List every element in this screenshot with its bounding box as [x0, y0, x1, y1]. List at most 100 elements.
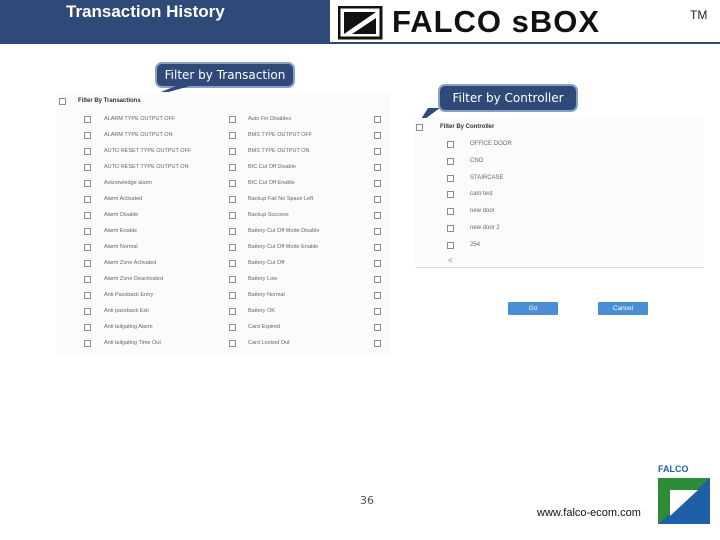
- controller-label: 254: [470, 241, 481, 248]
- callout-controller-label: Filter by Controller: [452, 91, 564, 105]
- checkbox-icon[interactable]: [84, 180, 91, 187]
- checkbox-icon[interactable]: [84, 308, 91, 315]
- transaction-row: Anti Passback Entry Battery Normal: [56, 288, 390, 304]
- checkbox-icon[interactable]: [447, 174, 454, 182]
- checkbox-icon[interactable]: [229, 180, 236, 187]
- transaction-filter-header: Filter By Transactions: [78, 98, 141, 104]
- checkbox-icon[interactable]: [84, 260, 91, 267]
- checkbox-icon[interactable]: [229, 148, 236, 155]
- checkbox-icon[interactable]: [374, 132, 381, 139]
- transaction-label: Backup Success: [248, 212, 289, 218]
- corner-logo-text: FALCO: [658, 464, 689, 474]
- checkbox-icon[interactable]: [229, 116, 236, 123]
- transaction-label: Battery Cut Off Mode Enable: [248, 244, 319, 250]
- transaction-label: Anti passback Exit: [104, 308, 149, 314]
- transaction-row: AUTO RESET TYPE OUTPUT ON BIC Cut Off Dis…: [56, 160, 390, 176]
- checkbox-icon[interactable]: [229, 260, 236, 267]
- checkbox-icon[interactable]: [229, 212, 236, 219]
- transaction-row: AUTO RESET TYPE OUTPUT OFF BMS TYPE OUTPU…: [56, 144, 390, 160]
- controller-row: 254: [414, 239, 704, 255]
- transaction-row: Acknowledge alarm BIC Cut Off Enable: [56, 176, 390, 192]
- chevron-left-icon[interactable]: <: [448, 256, 453, 265]
- go-button[interactable]: Go: [508, 302, 558, 315]
- checkbox-icon[interactable]: [447, 241, 454, 249]
- controller-label: new door 2: [470, 225, 500, 231]
- transaction-label: Backup Fail No Space Left: [248, 196, 314, 202]
- checkbox-icon[interactable]: [229, 244, 236, 251]
- checkbox-icon[interactable]: [84, 228, 91, 235]
- checkbox-icon[interactable]: [84, 276, 91, 283]
- checkbox-icon[interactable]: [84, 244, 91, 251]
- checkbox-icon[interactable]: [374, 276, 381, 283]
- checkbox-icon[interactable]: [229, 132, 236, 139]
- controller-row: CNO: [414, 155, 704, 171]
- checkbox-icon[interactable]: [229, 308, 236, 315]
- checkbox-icon[interactable]: [374, 212, 381, 219]
- controller-row: OFFICE DOOR: [414, 138, 704, 154]
- transaction-row: Alarm Zone Deactivated Battery Low: [56, 272, 390, 288]
- controller-row: new door 2: [414, 222, 704, 238]
- transaction-row: Alarm Enable Battery Cut Off Mode Disable: [56, 224, 390, 240]
- transaction-row: ALARM TYPE OUTPUT ON BMS TYPE OUTPUT OFF: [56, 128, 390, 144]
- transaction-label: Alarm Zone Deactivated: [104, 276, 163, 282]
- checkbox-icon[interactable]: [447, 141, 454, 148]
- checkbox-icon[interactable]: [84, 148, 91, 155]
- checkbox-icon[interactable]: [374, 308, 381, 315]
- checkbox-icon[interactable]: [374, 228, 381, 235]
- checkbox-icon[interactable]: [84, 116, 91, 123]
- transaction-label: Alarm Activated: [104, 196, 143, 202]
- checkbox-icon[interactable]: [229, 340, 236, 347]
- checkbox-icon[interactable]: [374, 196, 381, 203]
- transaction-label: Anti tailgating Time Out: [104, 340, 161, 346]
- transaction-label: Card Locked Out: [248, 340, 290, 346]
- transaction-row: Anti tailgating Alarm Card Expired: [56, 320, 390, 336]
- controller-label: OFFICE DOOR: [470, 141, 512, 147]
- transaction-row: Alarm Normal Battery Cut Off Mode Enable: [56, 240, 390, 256]
- transaction-row: ALARM TYPE OUTPUT OFF Auto Fin Disables: [56, 112, 390, 128]
- checkbox-icon[interactable]: [84, 164, 91, 171]
- transaction-label: Battery Low: [248, 276, 278, 282]
- transaction-label: Alarm Zone Activated: [104, 260, 157, 266]
- cancel-button[interactable]: Cancel: [598, 302, 648, 315]
- horizontal-scrollbar[interactable]: [416, 267, 704, 268]
- transaction-label: ALARM TYPE OUTPUT OFF: [104, 116, 176, 122]
- checkbox-icon[interactable]: [84, 212, 91, 219]
- checkbox-icon[interactable]: [59, 98, 66, 105]
- checkbox-icon[interactable]: [374, 340, 381, 347]
- transaction-row: Alarm Zone Activated Battery Cut Off: [56, 256, 390, 272]
- checkbox-icon[interactable]: [374, 260, 381, 267]
- checkbox-icon[interactable]: [229, 196, 236, 203]
- checkbox-icon[interactable]: [374, 116, 381, 123]
- checkbox-icon[interactable]: [84, 324, 91, 331]
- checkbox-icon[interactable]: [374, 324, 381, 331]
- checkbox-icon[interactable]: [229, 228, 236, 235]
- checkbox-icon[interactable]: [447, 157, 454, 165]
- checkbox-icon[interactable]: [229, 276, 236, 283]
- transaction-label: Acknowledge alarm: [104, 180, 152, 186]
- website-link[interactable]: www.falco-ecom.com: [537, 507, 641, 519]
- checkbox-icon[interactable]: [447, 208, 454, 216]
- checkbox-icon[interactable]: [374, 148, 381, 155]
- checkbox-icon[interactable]: [84, 292, 91, 299]
- transaction-label: Auto Fin Disables: [248, 116, 292, 122]
- checkbox-icon[interactable]: [374, 180, 381, 187]
- checkbox-icon[interactable]: [374, 292, 381, 299]
- transaction-label: Battery Normal: [248, 292, 285, 298]
- checkbox-icon[interactable]: [229, 164, 236, 171]
- checkbox-icon[interactable]: [447, 225, 454, 232]
- checkbox-icon[interactable]: [447, 191, 454, 199]
- transaction-label: Alarm Enable: [104, 228, 138, 234]
- checkbox-icon[interactable]: [374, 244, 381, 251]
- transaction-row: Alarm Activated Backup Fail No Space Left: [56, 192, 390, 208]
- checkbox-icon[interactable]: [84, 340, 91, 347]
- checkbox-icon[interactable]: [84, 132, 91, 139]
- controller-filter-header: Filter By Controller: [440, 124, 495, 130]
- controller-filter-panel: Filter By Controller OFFICE DOOR CNO STAIR…: [414, 118, 704, 268]
- checkbox-icon[interactable]: [374, 164, 381, 171]
- transaction-label: Battery Cut Off: [248, 260, 285, 266]
- checkbox-icon[interactable]: [416, 124, 423, 131]
- checkbox-icon[interactable]: [84, 196, 91, 203]
- checkbox-icon[interactable]: [229, 292, 236, 299]
- checkbox-icon[interactable]: [229, 324, 236, 331]
- controller-row: new door: [414, 205, 704, 221]
